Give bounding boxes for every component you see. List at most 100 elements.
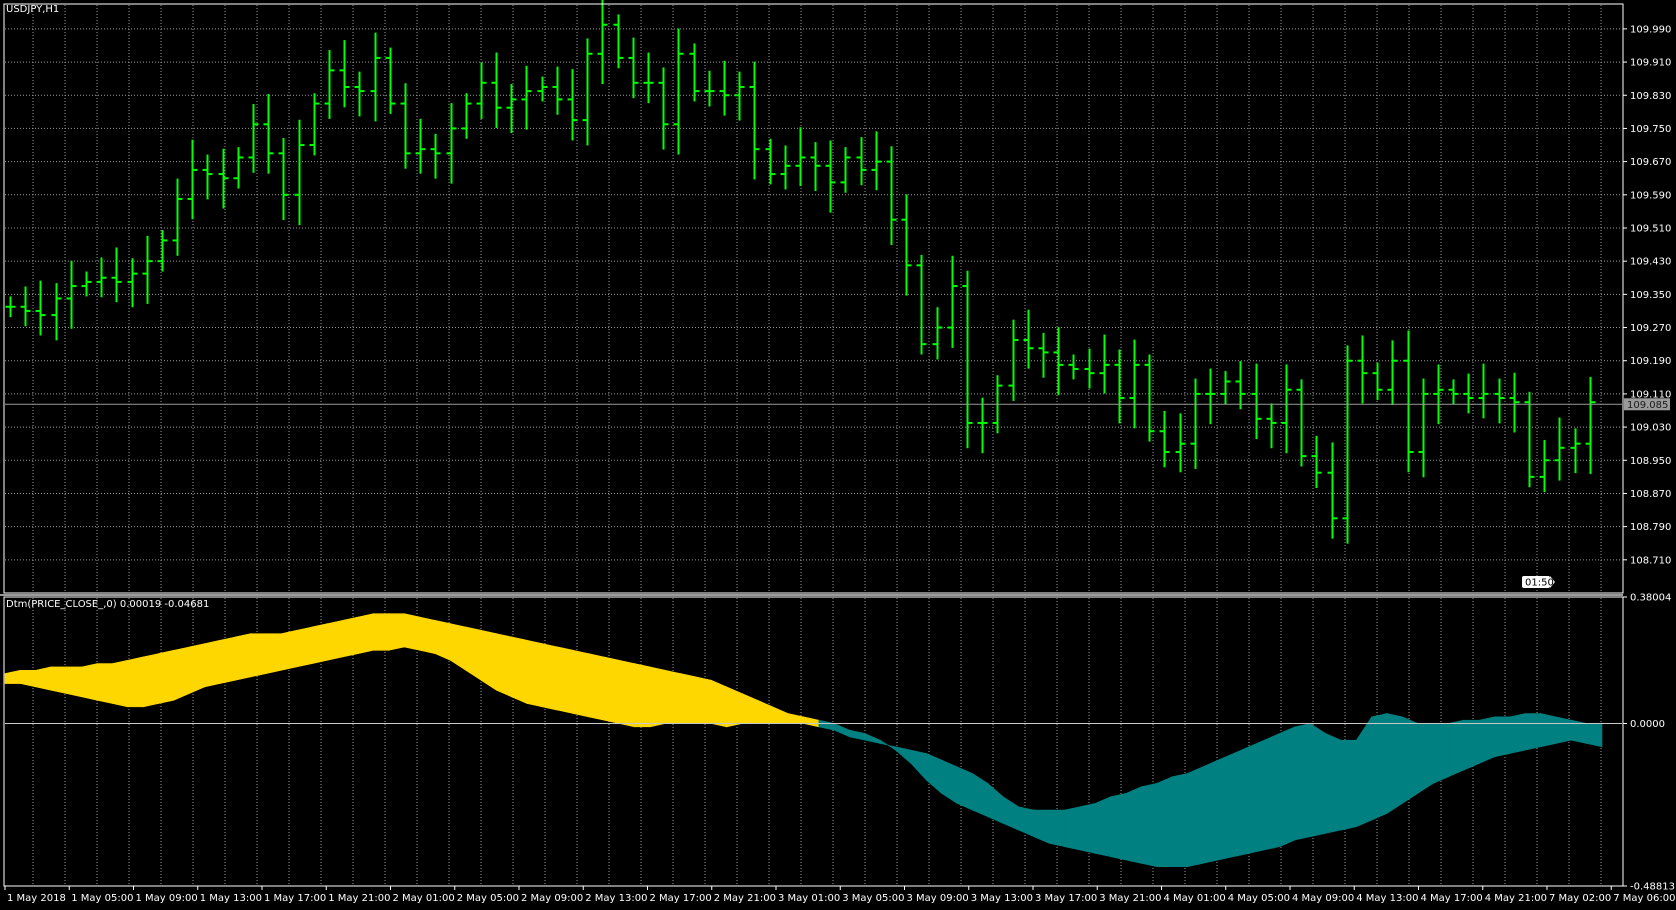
y-tick-label: 109.990 <box>1630 24 1671 35</box>
x-tick-label: 2 May 17:00 <box>650 893 712 904</box>
main-panel-frame <box>3 3 1624 594</box>
indicator-band-segment <box>1417 723 1434 794</box>
x-tick-label: 4 May 01:00 <box>1164 893 1226 904</box>
indicator-band-segment <box>403 613 420 651</box>
indicator-band-segment <box>1540 713 1557 748</box>
indicator-band-segment <box>511 636 528 704</box>
indicator-band-segment <box>757 699 774 724</box>
bar-timer: 01:50 <box>1522 576 1555 589</box>
y-tick-label: -0.48813 <box>1630 882 1675 893</box>
indicator-band-segment <box>818 719 835 731</box>
indicator-band-segment <box>158 649 175 704</box>
y-tick-label: 0.38004 <box>1630 593 1671 604</box>
indicator-band-segment <box>987 782 1004 824</box>
indicator-band-segment <box>1524 713 1541 751</box>
indicator-band-segment <box>895 746 912 765</box>
y-tick-label: 109.510 <box>1630 223 1671 234</box>
indicator-band-segment <box>1048 809 1065 848</box>
x-tick-label: 7 May 02:00 <box>1549 893 1611 904</box>
indicator-band-segment <box>1018 806 1035 838</box>
indicator-band-segment <box>480 629 497 691</box>
indicator-band-segment <box>388 613 405 651</box>
indicator-band-segment <box>1141 783 1157 868</box>
indicator-band-segment <box>1094 796 1111 858</box>
x-tick-label: 1 May 2018 <box>7 893 66 904</box>
indicator-band-segment <box>4 669 21 684</box>
indicator-band-segment <box>910 749 927 781</box>
indicator-band-segment <box>1217 753 1234 861</box>
indicator-band-segment <box>741 693 758 724</box>
indicator-band-segment <box>1294 723 1311 841</box>
indicator-band-segment <box>833 723 850 738</box>
indicator-band-segment <box>1463 719 1480 771</box>
x-tick-label: 3 May 13:00 <box>971 893 1033 904</box>
y-tick-label: 108.950 <box>1630 456 1671 467</box>
indicator-band-segment <box>879 739 896 751</box>
x-tick-label: 2 May 13:00 <box>585 893 647 904</box>
indicator-band-segment <box>20 669 37 688</box>
x-tick-label: 1 May 05:00 <box>71 893 133 904</box>
y-tick-label: 108.710 <box>1630 555 1671 566</box>
indicator-band-segment <box>864 733 881 744</box>
chart-title: USDJPY,H1 <box>6 4 59 15</box>
indicator-band-segment <box>664 669 681 724</box>
x-tick-label: 3 May 01:00 <box>778 893 840 904</box>
indicator-band-segment <box>1494 716 1511 758</box>
indicator-band-segment <box>434 619 451 661</box>
indicator-band-segment <box>557 646 574 714</box>
x-tick-label: 4 May 05:00 <box>1228 893 1290 904</box>
indicator-band-segment <box>588 653 605 721</box>
indicator-band-segment <box>265 633 282 674</box>
indicator-band-segment <box>1110 793 1127 861</box>
indicator-band-segment <box>1002 796 1019 831</box>
indicator-band-segment <box>1509 713 1526 754</box>
y-tick-label: 109.190 <box>1630 356 1671 367</box>
indicator-band-segment <box>1064 806 1081 851</box>
y-tick-label: 109.590 <box>1630 190 1671 201</box>
indicator-band-segment <box>634 663 651 728</box>
indicator-band-segment <box>1340 739 1357 831</box>
x-tick-label: 1 May 17:00 <box>264 893 326 904</box>
x-tick-label: 1 May 13:00 <box>200 893 262 904</box>
indicator-band-segment <box>526 639 543 708</box>
indicator-band-segment <box>726 686 743 728</box>
indicator-band-segment <box>1171 773 1188 867</box>
x-tick-label: 7 May 06:00 <box>1613 893 1675 904</box>
indicator-band-segment <box>96 663 113 704</box>
y-tick-label: 108.790 <box>1630 522 1671 533</box>
indicator-band-segment <box>803 716 820 728</box>
x-tick-label: 3 May 17:00 <box>1035 893 1097 904</box>
indicator-band-segment <box>327 619 344 661</box>
y-tick-label: 109.430 <box>1630 257 1671 268</box>
indicator-band-segment <box>572 649 589 718</box>
y-tick-label: 109.110 <box>1630 389 1671 400</box>
indicator-band-segment <box>603 656 620 724</box>
indicator-band-segment <box>311 623 328 664</box>
x-tick-label: 4 May 17:00 <box>1421 893 1483 904</box>
y-tick-label: 109.910 <box>1630 58 1671 69</box>
indicator-band-segment <box>219 636 236 684</box>
indicator-band-segment <box>66 666 83 698</box>
indicator-band-segment <box>1586 723 1603 748</box>
x-tick-label: 4 May 09:00 <box>1292 893 1354 904</box>
indicator-band-segment <box>542 643 559 711</box>
indicator-band-segment <box>1309 722 1326 838</box>
indicator-band-segment <box>204 639 221 688</box>
indicator-band-segment <box>1555 716 1572 744</box>
x-tick-label: 3 May 05:00 <box>842 893 904 904</box>
y-tick-label: 109.270 <box>1630 323 1671 334</box>
indicator-band-segment <box>695 676 712 724</box>
indicator-band-segment <box>649 666 666 728</box>
indicator-band-segment <box>112 659 129 708</box>
indicator-band-segment <box>496 633 513 698</box>
indicator-band-segment <box>1263 733 1280 851</box>
indicator-band-segment <box>35 666 52 691</box>
indicator-band-segment <box>373 613 390 651</box>
panel-separator <box>0 594 1623 596</box>
indicator-band-segment <box>1448 719 1465 778</box>
indicator-band-segment <box>618 659 635 728</box>
bar-timer-label: 01:50 <box>1525 578 1554 589</box>
indicator-band-segment <box>1432 723 1449 784</box>
indicator-band-segment <box>1356 715 1372 828</box>
x-tick-label: 2 May 01:00 <box>393 893 455 904</box>
